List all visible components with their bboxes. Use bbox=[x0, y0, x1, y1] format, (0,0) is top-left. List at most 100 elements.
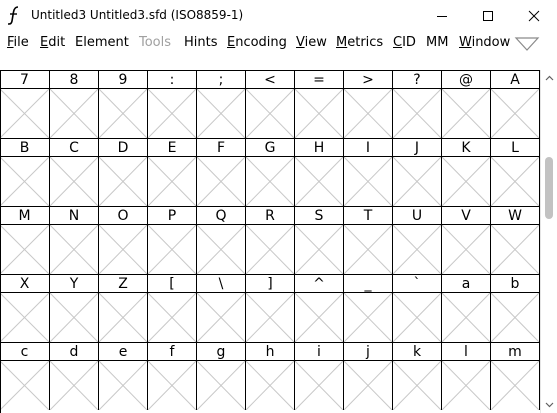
glyph-label[interactable]: T bbox=[344, 207, 393, 225]
glyph-label[interactable]: R bbox=[246, 207, 295, 225]
glyph-slot[interactable] bbox=[0, 293, 50, 342]
menu-tools[interactable]: Tools bbox=[139, 35, 171, 50]
menu-element[interactable]: Element bbox=[75, 35, 129, 50]
glyph-slot[interactable] bbox=[344, 157, 393, 206]
glyph-label[interactable]: 9 bbox=[99, 71, 148, 89]
glyph-slot[interactable] bbox=[50, 89, 99, 138]
scrollbar-thumb[interactable] bbox=[545, 157, 553, 219]
glyph-slot[interactable] bbox=[442, 225, 491, 274]
glyph-label[interactable]: E bbox=[148, 139, 197, 157]
glyph-slot[interactable] bbox=[0, 361, 50, 410]
glyph-slot[interactable] bbox=[393, 361, 442, 410]
glyph-slot[interactable] bbox=[295, 361, 344, 410]
glyph-slot[interactable] bbox=[344, 89, 393, 138]
glyph-label[interactable]: Y bbox=[50, 275, 99, 293]
glyph-label[interactable]: X bbox=[0, 275, 50, 293]
glyph-label[interactable]: = bbox=[295, 71, 344, 89]
glyph-label[interactable]: l bbox=[442, 343, 491, 361]
glyph-slot[interactable] bbox=[99, 89, 148, 138]
glyph-label[interactable]: < bbox=[246, 71, 295, 89]
glyph-slot[interactable] bbox=[50, 293, 99, 342]
glyph-slot[interactable] bbox=[50, 157, 99, 206]
glyph-slot[interactable] bbox=[295, 157, 344, 206]
glyph-label[interactable]: ? bbox=[393, 71, 442, 89]
title-bar[interactable]: Untitled3 Untitled3.sfd (ISO8859-1) bbox=[0, 0, 557, 31]
menu-encoding[interactable]: Encoding bbox=[227, 35, 287, 50]
glyph-label[interactable]: j bbox=[344, 343, 393, 361]
glyph-label[interactable]: N bbox=[50, 207, 99, 225]
menu-cid[interactable]: CID bbox=[393, 35, 416, 50]
glyph-slot[interactable] bbox=[246, 361, 295, 410]
glyph-slot[interactable] bbox=[491, 293, 540, 342]
glyph-slot[interactable] bbox=[99, 225, 148, 274]
glyph-slot[interactable] bbox=[393, 89, 442, 138]
glyph-slot[interactable] bbox=[344, 225, 393, 274]
glyph-label[interactable]: G bbox=[246, 139, 295, 157]
glyph-slot[interactable] bbox=[197, 157, 246, 206]
menu-view[interactable]: View bbox=[296, 35, 327, 50]
glyph-slot[interactable] bbox=[393, 293, 442, 342]
scroll-up-icon[interactable] bbox=[545, 74, 554, 83]
glyph-label[interactable]: ; bbox=[197, 71, 246, 89]
glyph-label[interactable]: M bbox=[0, 207, 50, 225]
glyph-label[interactable]: m bbox=[491, 343, 540, 361]
glyph-label[interactable]: L bbox=[491, 139, 540, 157]
glyph-label[interactable]: : bbox=[148, 71, 197, 89]
glyph-label[interactable]: C bbox=[50, 139, 99, 157]
glyph-slot[interactable] bbox=[491, 361, 540, 410]
menu-window[interactable]: Window bbox=[459, 35, 510, 50]
glyph-label[interactable]: k bbox=[393, 343, 442, 361]
glyph-label[interactable]: W bbox=[491, 207, 540, 225]
glyph-label[interactable]: 8 bbox=[50, 71, 99, 89]
glyph-slot[interactable] bbox=[148, 293, 197, 342]
close-button[interactable] bbox=[511, 0, 557, 31]
maximize-button[interactable] bbox=[465, 0, 511, 31]
glyph-slot[interactable] bbox=[148, 225, 197, 274]
glyph-label[interactable]: > bbox=[344, 71, 393, 89]
glyph-label[interactable]: d bbox=[50, 343, 99, 361]
glyph-label[interactable]: ^ bbox=[295, 275, 344, 293]
glyph-slot[interactable] bbox=[246, 89, 295, 138]
glyph-label[interactable]: P bbox=[148, 207, 197, 225]
menu-mm[interactable]: MM bbox=[426, 35, 448, 50]
glyph-label[interactable]: g bbox=[197, 343, 246, 361]
glyph-label[interactable]: K bbox=[442, 139, 491, 157]
glyph-label[interactable]: D bbox=[99, 139, 148, 157]
glyph-label[interactable]: A bbox=[491, 71, 540, 89]
glyph-label[interactable]: @ bbox=[442, 71, 491, 89]
menu-hints[interactable]: Hints bbox=[184, 35, 218, 50]
glyph-slot[interactable] bbox=[99, 361, 148, 410]
glyph-slot[interactable] bbox=[491, 225, 540, 274]
glyph-slot[interactable] bbox=[491, 89, 540, 138]
glyph-slot[interactable] bbox=[50, 361, 99, 410]
menu-file[interactable]: File bbox=[7, 35, 29, 50]
glyph-slot[interactable] bbox=[295, 225, 344, 274]
glyph-label[interactable]: J bbox=[393, 139, 442, 157]
glyph-slot[interactable] bbox=[197, 361, 246, 410]
glyph-slot[interactable] bbox=[295, 89, 344, 138]
glyph-slot[interactable] bbox=[442, 361, 491, 410]
glyph-label[interactable]: f bbox=[148, 343, 197, 361]
glyph-label[interactable]: O bbox=[99, 207, 148, 225]
glyph-slot[interactable] bbox=[393, 225, 442, 274]
glyph-label[interactable]: _ bbox=[344, 275, 393, 293]
glyph-slot[interactable] bbox=[0, 89, 50, 138]
glyph-slot[interactable] bbox=[344, 293, 393, 342]
glyph-slot[interactable] bbox=[0, 157, 50, 206]
glyph-label[interactable]: Z bbox=[99, 275, 148, 293]
glyph-slot[interactable] bbox=[99, 157, 148, 206]
glyph-label[interactable]: Q bbox=[197, 207, 246, 225]
glyph-label[interactable]: h bbox=[246, 343, 295, 361]
glyph-label[interactable]: ] bbox=[246, 275, 295, 293]
glyph-label[interactable]: V bbox=[442, 207, 491, 225]
glyph-label[interactable]: 7 bbox=[0, 71, 50, 89]
glyph-slot[interactable] bbox=[197, 293, 246, 342]
glyph-slot[interactable] bbox=[295, 293, 344, 342]
glyph-label[interactable]: ` bbox=[393, 275, 442, 293]
glyph-slot[interactable] bbox=[491, 157, 540, 206]
glyph-slot[interactable] bbox=[148, 361, 197, 410]
glyph-label[interactable]: a bbox=[442, 275, 491, 293]
glyph-slot[interactable] bbox=[148, 157, 197, 206]
glyph-slot[interactable] bbox=[50, 225, 99, 274]
glyph-label[interactable]: [ bbox=[148, 275, 197, 293]
